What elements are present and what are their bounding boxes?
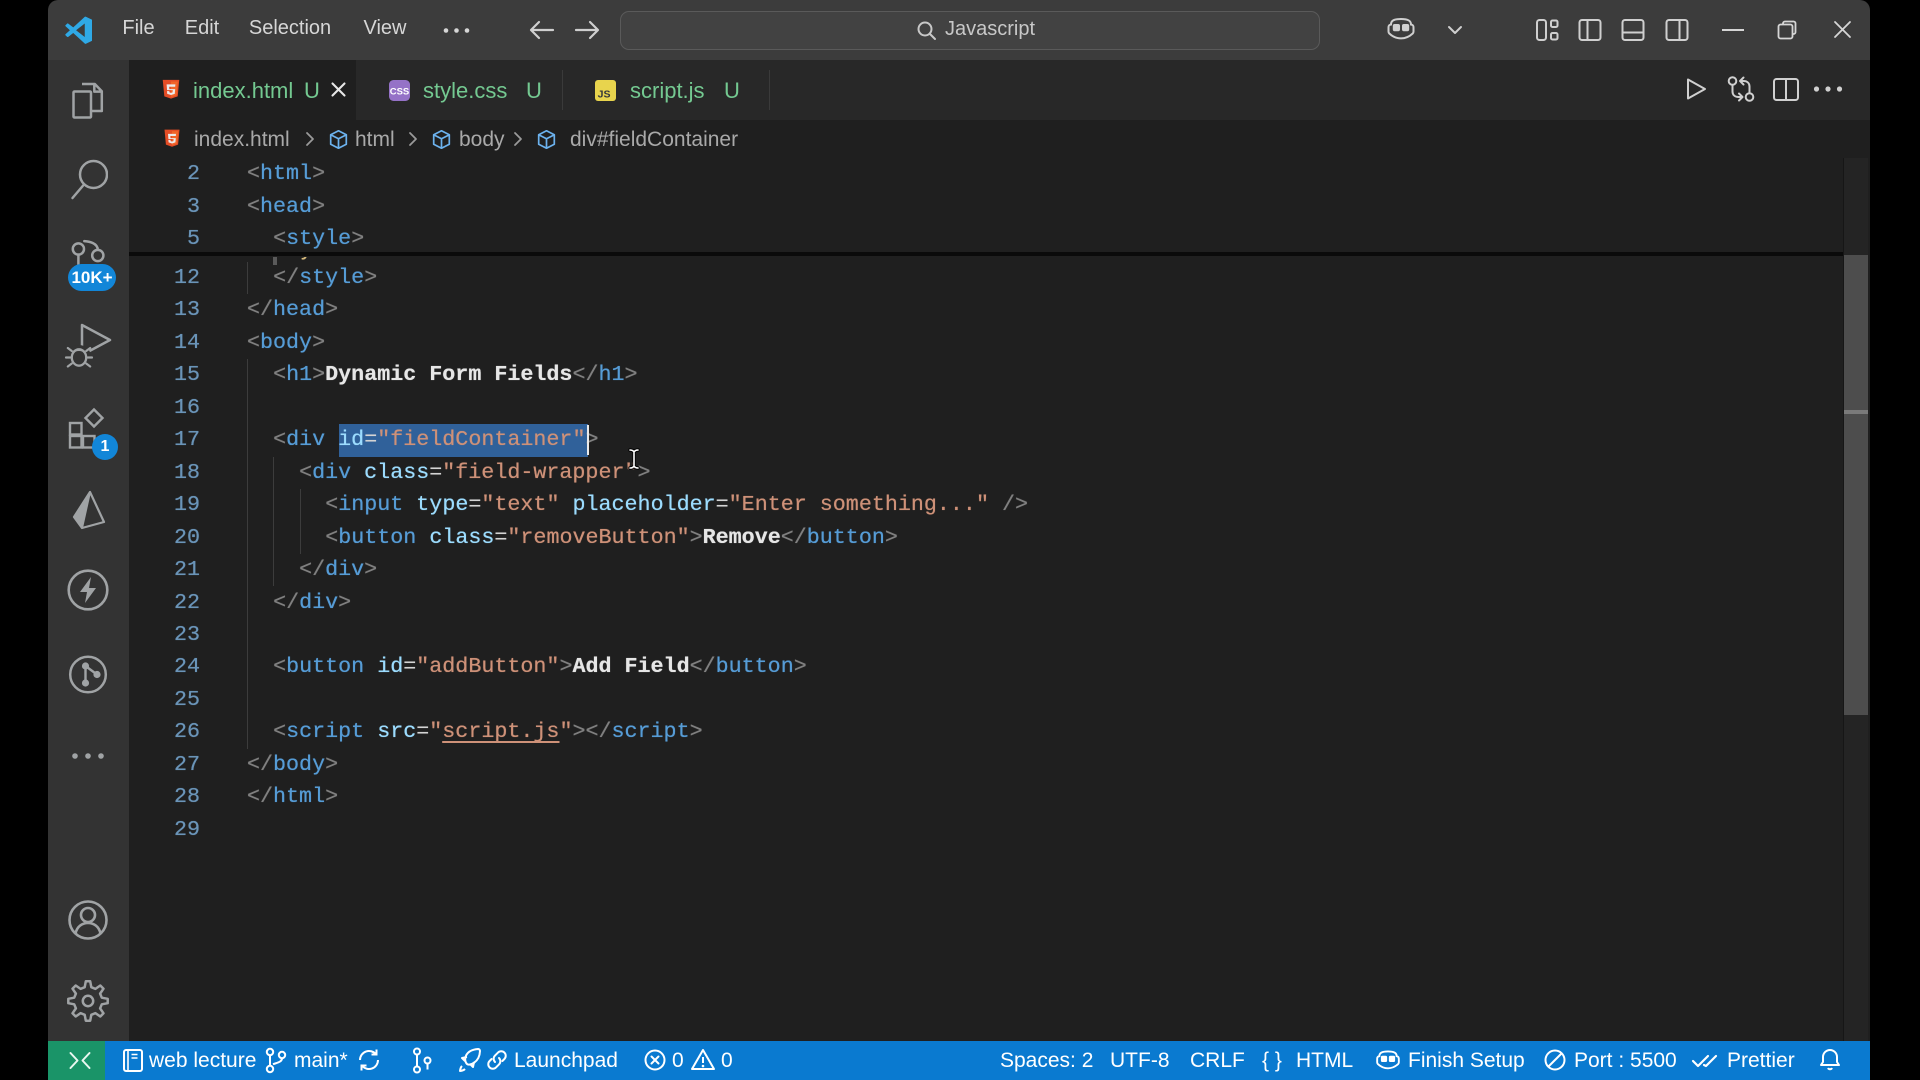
svg-text:JS: JS xyxy=(598,89,611,101)
svg-text:CSS: CSS xyxy=(390,87,410,98)
